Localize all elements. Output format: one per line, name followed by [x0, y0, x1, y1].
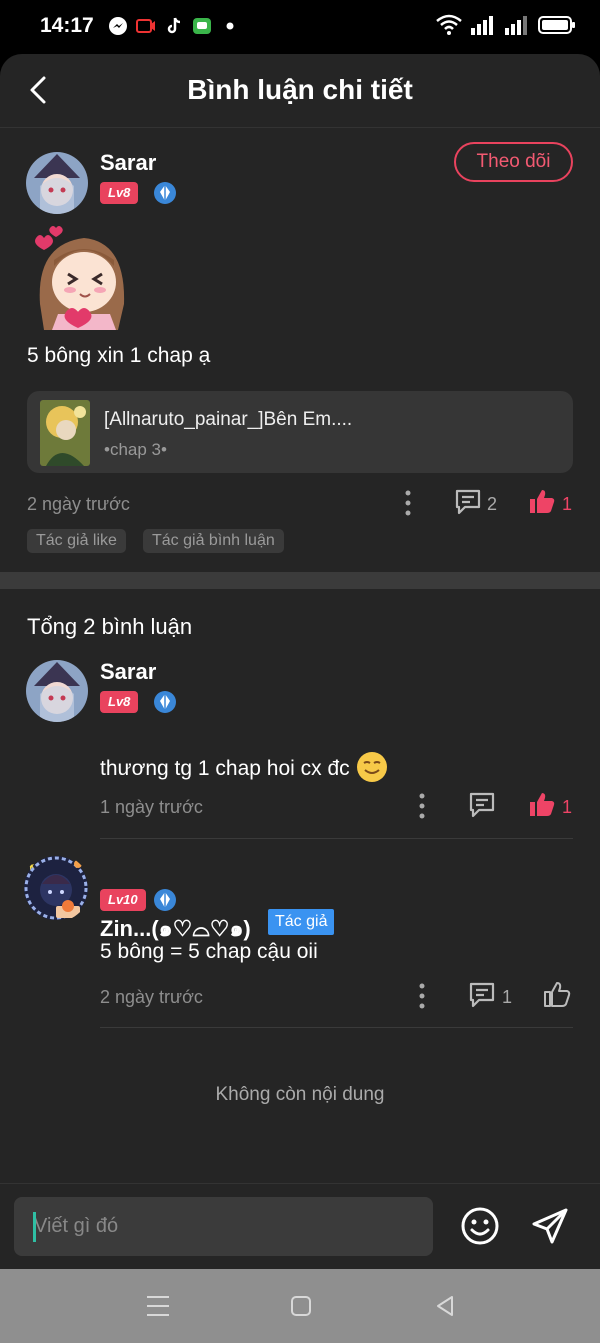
- message-icon: [193, 18, 211, 34]
- post-username[interactable]: Sarar: [100, 150, 156, 176]
- avatar[interactable]: [26, 152, 88, 214]
- comment-count: 2: [487, 494, 498, 514]
- sticker-image: [35, 226, 125, 330]
- battery-icon: [538, 16, 575, 34]
- thumbs-up-icon[interactable]: [543, 980, 571, 1008]
- like-count: 1: [562, 494, 573, 514]
- wifi-icon: [436, 14, 462, 35]
- tag-author-comment: Tác giả bình luận: [143, 529, 284, 553]
- comment-icon[interactable]: [468, 981, 496, 1009]
- system-nav-bar: [0, 1269, 600, 1343]
- smile-emoji-icon: [356, 752, 387, 782]
- comment-input-bar: [0, 1183, 600, 1269]
- section-divider: [0, 572, 600, 589]
- reply-avatar[interactable]: [26, 660, 88, 722]
- notification-icons: [108, 16, 240, 36]
- reply-separator: [100, 838, 573, 839]
- back-triangle-icon[interactable]: [430, 1291, 460, 1321]
- reply-text: thương tg 1 chap hoi cx đc: [100, 751, 388, 783]
- reply-text: 5 bông = 5 chap cậu oii: [100, 940, 318, 963]
- chapter-title: [Allnaruto_painar_]Bên Em....: [104, 409, 353, 430]
- comment-count: 1: [502, 987, 513, 1007]
- level-badge: Lv8: [100, 691, 139, 713]
- post-time: 2 ngày trước: [27, 494, 130, 514]
- header: Bình luận chi tiết: [0, 54, 600, 128]
- like-count: 1: [562, 797, 573, 817]
- tiktok-icon: [167, 17, 181, 34]
- signal-icon: [471, 16, 493, 35]
- level-badge: Lv10: [100, 889, 146, 911]
- menu-icon[interactable]: [143, 1291, 173, 1321]
- reply-separator: [100, 1027, 573, 1028]
- reply-time: 2 ngày trước: [100, 987, 203, 1007]
- diamond-icon: [154, 691, 176, 713]
- chapter-card[interactable]: [Allnaruto_painar_]Bên Em.... •chap 3•: [27, 391, 573, 473]
- chapter-thumbnail: [40, 400, 90, 466]
- page-title: Bình luận chi tiết: [187, 74, 413, 105]
- status-bar: 14:17: [0, 0, 600, 54]
- reply-text-content: thương tg 1 chap hoi cx đc: [100, 757, 350, 780]
- comment-input[interactable]: [14, 1197, 433, 1256]
- comment-icon[interactable]: [454, 488, 482, 516]
- thumbs-up-icon[interactable]: [528, 790, 556, 818]
- reply-username[interactable]: Sarar: [100, 659, 156, 685]
- more-dots-icon[interactable]: [418, 793, 426, 819]
- comment-icon[interactable]: [468, 791, 496, 819]
- follow-button[interactable]: Theo dõi: [454, 142, 573, 182]
- chapter-subtitle: •chap 3•: [104, 440, 167, 459]
- text-caret: [33, 1212, 36, 1242]
- video-icon: [136, 19, 155, 33]
- diamond-icon: [154, 889, 176, 911]
- replies-total: Tổng 2 bình luận: [27, 614, 193, 639]
- system-icons: [436, 14, 576, 36]
- dot-icon: [226, 22, 234, 30]
- post-text: 5 bông xin 1 chap ạ: [27, 344, 211, 367]
- signal-icon-2: [505, 16, 527, 35]
- more-dots-icon[interactable]: [404, 490, 412, 516]
- tag-author-like: Tác giả like: [27, 529, 126, 553]
- status-time: 14:17: [40, 14, 94, 37]
- messenger-icon: [109, 17, 127, 35]
- reply-avatar[interactable]: [22, 854, 90, 922]
- diamond-icon: [154, 182, 176, 204]
- author-badge: Tác giả: [268, 909, 335, 935]
- end-of-content: Không còn nội dung: [215, 1084, 385, 1105]
- home-icon[interactable]: [286, 1291, 316, 1321]
- send-icon[interactable]: [528, 1204, 572, 1248]
- level-badge: Lv8: [100, 182, 139, 204]
- reply-time: 1 ngày trước: [100, 797, 203, 817]
- smiley-icon[interactable]: [458, 1204, 502, 1248]
- thumbs-up-icon[interactable]: [528, 487, 556, 515]
- app-screen: Bình luận chi tiết Sarar Lv8 Theo dõi 5 …: [0, 54, 600, 1269]
- more-dots-icon[interactable]: [418, 983, 426, 1009]
